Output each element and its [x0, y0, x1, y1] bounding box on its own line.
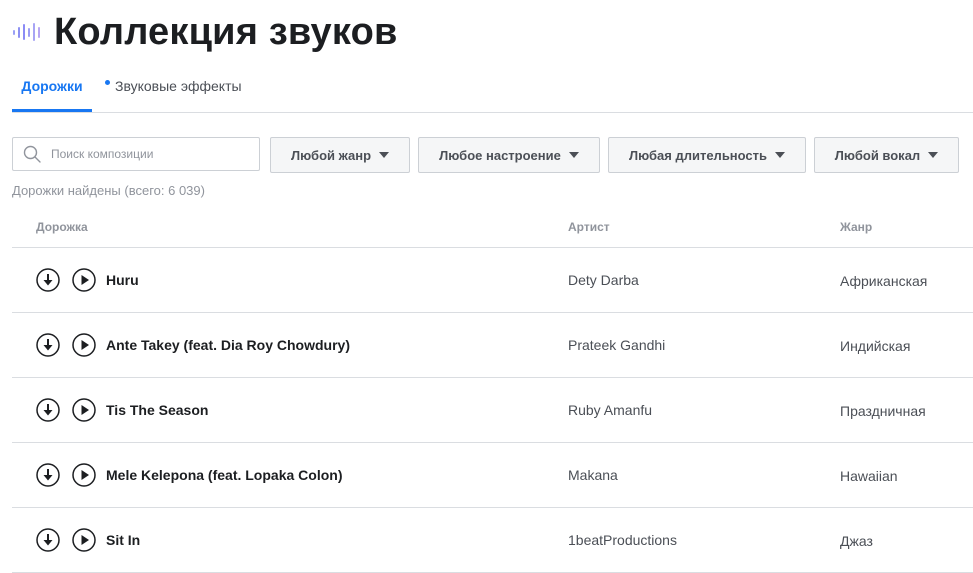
track-title[interactable]: Mele Kelepona (feat. Lopaka Colon): [106, 467, 342, 483]
track-artist: Prateek Gandhi: [568, 337, 666, 353]
download-icon[interactable]: [36, 268, 60, 292]
tab-tracks-label: Дорожки: [21, 78, 83, 94]
caret-down-icon: [568, 152, 579, 158]
track-genre: Hawaiian: [840, 468, 898, 484]
caret-down-icon: [379, 152, 390, 158]
track-artist: Ruby Amanfu: [568, 402, 653, 418]
caret-down-icon: [775, 152, 786, 158]
results-count: Дорожки найдены (всего: 6 039): [12, 183, 205, 198]
play-icon[interactable]: [72, 398, 96, 422]
download-icon[interactable]: [36, 528, 60, 552]
track-genre: Праздничная: [840, 403, 926, 419]
table-row: Ante Takey (feat. Dia Roy Chowdury) Prat…: [12, 313, 973, 378]
genre-filter-dropdown[interactable]: Любой жанр: [270, 137, 410, 173]
download-icon[interactable]: [36, 333, 60, 357]
table-row: Sit In 1beatProductions Джаз: [12, 508, 973, 573]
caret-down-icon: [928, 152, 939, 158]
column-header-genre: Жанр: [840, 220, 873, 234]
track-genre: Индийская: [840, 338, 911, 354]
tab-sound-effects[interactable]: Звуковые эффекты: [105, 66, 242, 110]
track-genre: Джаз: [840, 533, 873, 549]
search-icon: [23, 145, 41, 163]
mood-filter-dropdown[interactable]: Любое настроение: [418, 137, 600, 173]
track-artist: Dety Darba: [568, 272, 639, 288]
download-icon[interactable]: [36, 463, 60, 487]
vocals-filter-dropdown[interactable]: Любой вокал: [814, 137, 959, 173]
mood-filter-label: Любое настроение: [439, 147, 561, 163]
track-title[interactable]: Huru: [106, 272, 139, 288]
table-row: Huru Dety Darba Африканская: [12, 248, 973, 313]
track-title[interactable]: Tis The Season: [106, 402, 208, 418]
tab-tracks[interactable]: Дорожки: [12, 66, 92, 112]
track-artist: 1beatProductions: [568, 532, 677, 548]
track-title[interactable]: Sit In: [106, 532, 140, 548]
play-icon[interactable]: [72, 528, 96, 552]
track-title[interactable]: Ante Takey (feat. Dia Roy Chowdury): [106, 337, 350, 353]
table-row: Tis The Season Ruby Amanfu Праздничная: [12, 378, 973, 443]
search-box: [12, 137, 260, 171]
new-indicator-dot: [105, 80, 110, 85]
play-icon[interactable]: [72, 333, 96, 357]
tab-bar: Дорожки Звуковые эффекты: [12, 66, 973, 113]
column-header-artist: Артист: [568, 220, 610, 234]
play-icon[interactable]: [72, 268, 96, 292]
page-title: Коллекция звуков: [54, 10, 398, 53]
genre-filter-label: Любой жанр: [290, 147, 372, 163]
download-icon[interactable]: [36, 398, 60, 422]
search-input[interactable]: [49, 146, 253, 162]
table-header: Дорожка Артист Жанр: [12, 210, 973, 248]
column-header-track: Дорожка: [36, 220, 88, 234]
play-icon[interactable]: [72, 463, 96, 487]
tab-sound-effects-label: Звуковые эффекты: [115, 78, 242, 94]
vocals-filter-label: Любой вокал: [834, 147, 921, 163]
track-genre: Африканская: [840, 273, 928, 289]
duration-filter-label: Любая длительность: [628, 147, 768, 163]
tracks-table: Дорожка Артист Жанр Huru Dety Darba Афри…: [12, 210, 973, 573]
table-row: Mele Kelepona (feat. Lopaka Colon) Makan…: [12, 443, 973, 508]
sound-wave-icon: [13, 23, 40, 41]
page-header: Коллекция звуков: [12, 8, 398, 56]
duration-filter-dropdown[interactable]: Любая длительность: [608, 137, 806, 173]
track-artist: Makana: [568, 467, 618, 483]
